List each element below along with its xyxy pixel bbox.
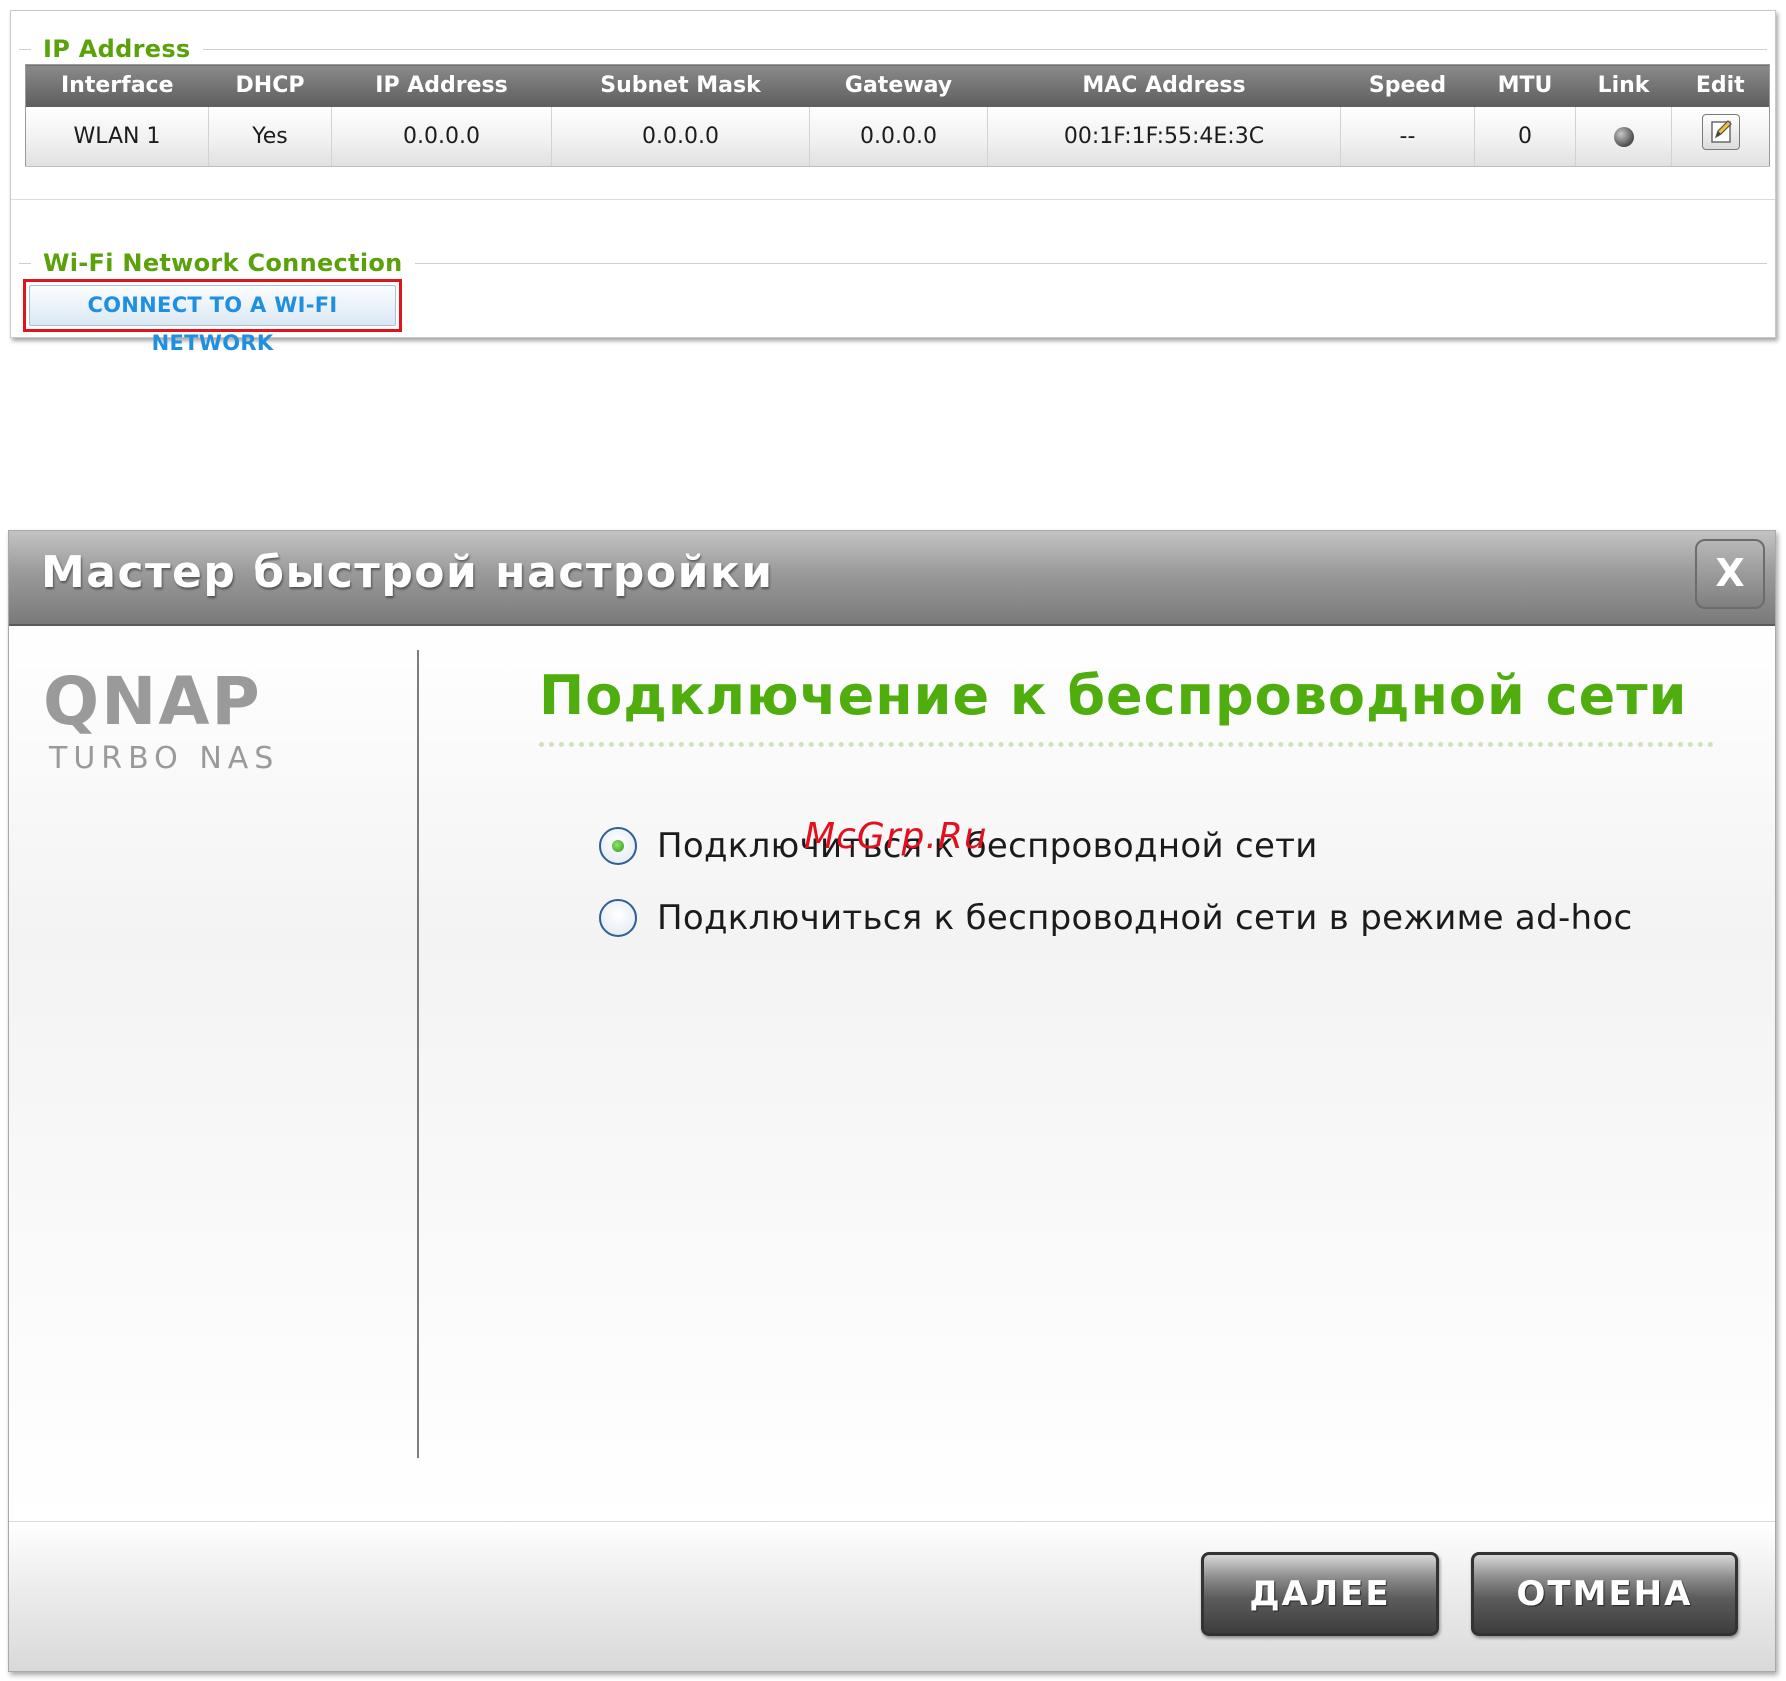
- cell-subnet-mask: 0.0.0.0: [551, 106, 810, 167]
- ip-address-legend: IP Address: [43, 35, 191, 63]
- vertical-divider: [417, 650, 419, 1458]
- page-title: Подключение к беспроводной сети: [539, 664, 1688, 727]
- ip-address-table: Interface DHCP IP Address Subnet Mask Ga…: [25, 64, 1770, 167]
- cell-mac-address: 00:1F:1F:55:4E:3C: [987, 106, 1341, 167]
- wifi-legend-row: Wi-Fi Network Connection: [19, 249, 1767, 277]
- column-header-gateway: Gateway: [809, 64, 988, 107]
- dialog-header: Мастер быстрой настройки X: [9, 531, 1775, 626]
- column-header-link: Link: [1575, 64, 1672, 107]
- cell-mtu: 0: [1474, 106, 1576, 167]
- qnap-logo: QNAP TURBO NAS: [43, 666, 279, 776]
- connect-button-highlight: CONNECT TO A WI-FI NETWORK: [23, 279, 402, 355]
- cell-ip-address: 0.0.0.0: [331, 106, 552, 167]
- radio-wireless[interactable]: [599, 827, 637, 865]
- logo-brand-text: QNAP: [43, 666, 262, 740]
- logo-product-text: TURBO NAS: [48, 741, 279, 776]
- close-button[interactable]: X: [1695, 539, 1765, 609]
- dialog-title: Мастер быстрой настройки: [41, 547, 774, 598]
- connect-wifi-button[interactable]: CONNECT TO A WI-FI NETWORK: [29, 285, 396, 355]
- quick-setup-wizard-dialog: Мастер быстрой настройки X QNAP TURBO NA…: [8, 530, 1776, 1672]
- cell-interface: WLAN 1: [25, 106, 209, 167]
- column-header-interface: Interface: [25, 64, 209, 107]
- column-header-dhcp: DHCP: [208, 64, 332, 107]
- column-header-mtu: MTU: [1474, 64, 1576, 107]
- next-button[interactable]: ДАЛЕЕ: [1201, 1552, 1439, 1636]
- table-header-row: Interface DHCP IP Address Subnet Mask Ga…: [25, 64, 1770, 107]
- column-header-edit: Edit: [1671, 64, 1770, 107]
- cell-speed: --: [1340, 106, 1475, 167]
- option-adhoc[interactable]: Подключиться к беспроводной сети в режим…: [599, 898, 1632, 938]
- ip-address-legend-row: IP Address: [19, 35, 1767, 63]
- cell-dhcp: Yes: [208, 106, 332, 167]
- wifi-connection-legend: Wi-Fi Network Connection: [43, 249, 403, 277]
- column-header-ip-address: IP Address: [331, 64, 552, 107]
- dialog-footer: ДАЛЕЕ ОТМЕНА: [9, 1521, 1775, 1671]
- watermark: McGrp.Ru: [804, 816, 988, 857]
- cell-gateway: 0.0.0.0: [809, 106, 988, 167]
- network-settings-panel: IP Address Interface DHCP IP Address Sub…: [10, 10, 1776, 355]
- column-header-mac-address: MAC Address: [987, 64, 1341, 107]
- section-divider: [11, 199, 1775, 200]
- cancel-button[interactable]: ОТМЕНА: [1471, 1552, 1738, 1636]
- edit-button[interactable]: [1701, 114, 1740, 151]
- column-header-speed: Speed: [1340, 64, 1475, 107]
- title-dotted-divider: [539, 742, 1714, 747]
- column-header-subnet-mask: Subnet Mask: [551, 64, 810, 107]
- cell-link: [1575, 106, 1672, 167]
- link-status-icon: [1613, 126, 1634, 147]
- radio-adhoc[interactable]: [599, 899, 637, 937]
- edit-icon: [1710, 120, 1732, 143]
- close-icon: X: [1715, 551, 1745, 595]
- dialog-body: QNAP TURBO NAS Подключение к беспроводно…: [9, 626, 1775, 1524]
- cell-edit: [1671, 106, 1770, 167]
- table-row: WLAN 1 Yes 0.0.0.0 0.0.0.0 0.0.0.0 00:1F…: [25, 106, 1770, 167]
- option-adhoc-label: Подключиться к беспроводной сети в режим…: [657, 898, 1633, 938]
